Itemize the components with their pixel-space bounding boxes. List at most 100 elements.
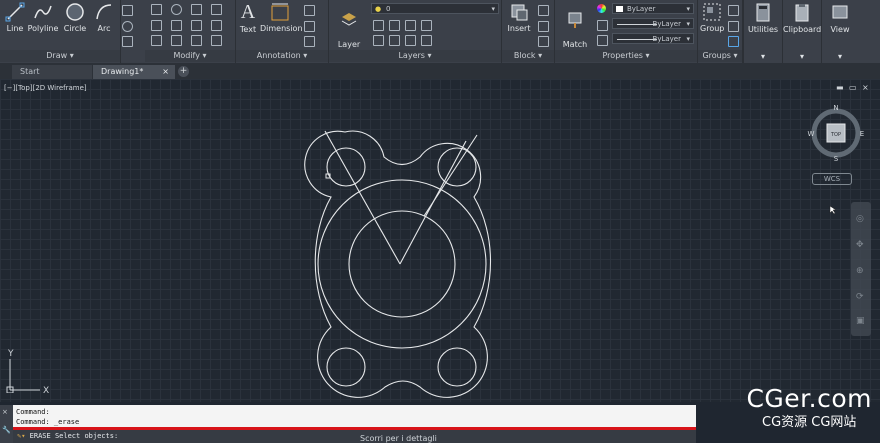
scale-icon[interactable]	[171, 35, 182, 46]
group-select-icon[interactable]	[728, 36, 739, 47]
fillet-icon[interactable]	[191, 20, 202, 31]
layer-freeze-icon[interactable]	[405, 20, 416, 31]
orbit-icon[interactable]: ⟳	[856, 292, 864, 302]
layers-panel-title[interactable]: Layers ▾	[329, 50, 501, 62]
block-attributes-icon[interactable]	[538, 36, 549, 47]
text-tool-button[interactable]: A Text	[238, 1, 258, 34]
lineweight-preview-icon	[617, 39, 657, 40]
watermark: CGer.com CG资源 CG网站	[746, 384, 872, 430]
rotate-icon[interactable]	[171, 4, 182, 15]
view-icon	[832, 5, 848, 19]
copy-icon[interactable]	[151, 20, 162, 31]
command-input[interactable]: ✎▾ ERASE Select objects:	[13, 430, 696, 443]
dimension-tool-button[interactable]: Dimension	[260, 2, 303, 33]
groups-panel-title[interactable]: Groups ▾	[698, 50, 742, 62]
move-icon[interactable]	[151, 4, 162, 15]
outer-ring	[317, 179, 487, 349]
close-icon[interactable]: ×	[2, 408, 8, 416]
ungroup-icon[interactable]	[728, 5, 739, 16]
lineweight-dropdown[interactable]: ByLayer ▾	[612, 33, 694, 44]
rectangle-icon[interactable]	[122, 5, 133, 16]
color-dropdown[interactable]: ByLayer ▾	[612, 3, 694, 14]
annotation-panel-title[interactable]: Annotation ▾	[236, 50, 328, 62]
draw-panel-title[interactable]: Draw ▾	[0, 50, 120, 62]
hatch-icon[interactable]	[122, 36, 133, 47]
block-panel-title[interactable]: Block ▾	[502, 50, 554, 62]
group-label: Group	[700, 24, 725, 33]
new-tab-plus-icon[interactable]: +	[178, 66, 189, 77]
hole-bottom-right	[437, 347, 477, 387]
layers-title-text: Layers	[398, 51, 425, 60]
layer-isolate-icon[interactable]	[389, 20, 400, 31]
color-wheel-icon[interactable]	[597, 4, 606, 13]
edit-block-icon[interactable]	[538, 21, 549, 32]
create-block-icon[interactable]	[538, 5, 549, 16]
line-tool-button[interactable]: Line	[4, 2, 26, 33]
chevron-down-icon: ▾	[491, 5, 495, 13]
stretch-icon[interactable]	[151, 35, 162, 46]
showmotion-icon[interactable]: ▣	[856, 316, 865, 326]
properties-panel-title[interactable]: Properties ▾	[555, 50, 697, 62]
close-icon[interactable]: ×	[162, 65, 169, 79]
view-button[interactable]: View ▾	[821, 0, 858, 63]
wcs-menu[interactable]: WCS	[812, 173, 852, 185]
group-edit-icon[interactable]	[728, 21, 739, 32]
modify-panel-title[interactable]: Modify ▾	[145, 50, 235, 62]
offset-icon[interactable]	[211, 35, 222, 46]
compass-west[interactable]: W	[808, 130, 815, 138]
hole-bottom-left	[326, 347, 366, 387]
mirror-icon[interactable]	[171, 20, 182, 31]
clipboard-button[interactable]: Clipboard ▾	[782, 0, 821, 63]
leader-icon[interactable]	[304, 5, 315, 16]
polyline-tool-button[interactable]: Polyline	[26, 2, 60, 33]
markup-icon[interactable]	[304, 36, 315, 47]
command-prompt: ERASE Select objects:	[29, 432, 119, 440]
layer-thaw-icon[interactable]	[421, 35, 432, 46]
insert-button[interactable]: Insert	[504, 2, 534, 33]
utilities-label: Utilities	[747, 25, 779, 34]
text-icon: A	[240, 1, 256, 23]
linetype-preview-icon	[617, 24, 657, 25]
pan-icon[interactable]: ✥	[856, 240, 864, 250]
tab-start[interactable]: Start	[12, 65, 92, 79]
compass-north[interactable]: N	[833, 104, 838, 112]
modify-panel: Modify ▾	[145, 0, 236, 63]
utilities-button[interactable]: Utilities ▾	[743, 0, 782, 63]
circle-tool-button[interactable]: Circle	[62, 2, 88, 33]
mouse-cursor-icon	[829, 205, 837, 215]
drawing-geometry[interactable]	[0, 79, 880, 402]
erase-icon[interactable]	[211, 4, 222, 15]
command-line-grip[interactable]: × 🔧	[0, 405, 13, 443]
clipboard-icon	[795, 4, 809, 22]
compass-east[interactable]: E	[860, 130, 864, 138]
tab-drawing1[interactable]: Drawing1* ×	[93, 65, 175, 79]
layer-match-icon[interactable]	[389, 35, 400, 46]
ellipse-icon[interactable]	[122, 21, 133, 32]
linetype-icon[interactable]	[597, 20, 608, 31]
circle-tool-label: Circle	[63, 24, 87, 33]
lineweight-icon[interactable]	[597, 35, 608, 46]
layer-on-icon[interactable]	[373, 35, 384, 46]
navigation-bar[interactable]: ◎ ✥ ⊕ ⟳ ▣	[851, 202, 871, 336]
block-panel: Insert Block ▾	[502, 0, 555, 63]
trim-icon[interactable]	[191, 4, 202, 15]
steering-wheel-icon[interactable]: ◎	[856, 214, 864, 224]
polyline-tool-label: Polyline	[27, 24, 59, 33]
explode-icon[interactable]	[211, 20, 222, 31]
viewcube[interactable]: TOP N S E W	[806, 102, 866, 164]
array-icon[interactable]	[191, 35, 202, 46]
table-icon[interactable]	[304, 21, 315, 32]
wrench-icon[interactable]: 🔧	[2, 426, 11, 434]
layer-unisolate-icon[interactable]	[405, 35, 416, 46]
layers-panel: Layer Properties 0 ● ▾ Layers ▾	[329, 0, 502, 63]
layer-dropdown[interactable]: 0 ● ▾	[371, 3, 499, 14]
arc-tool-button[interactable]: Arc	[92, 2, 116, 33]
linetype-dropdown[interactable]: ByLayer ▾	[612, 18, 694, 29]
chevron-down-icon: ▾	[799, 52, 804, 61]
zoom-extents-icon[interactable]: ⊕	[856, 266, 864, 276]
layer-off-icon[interactable]	[373, 20, 384, 31]
color-value: ByLayer	[627, 5, 656, 13]
compass-south[interactable]: S	[834, 155, 839, 163]
layer-lock-icon[interactable]	[421, 20, 432, 31]
group-button[interactable]: Group	[700, 2, 724, 33]
